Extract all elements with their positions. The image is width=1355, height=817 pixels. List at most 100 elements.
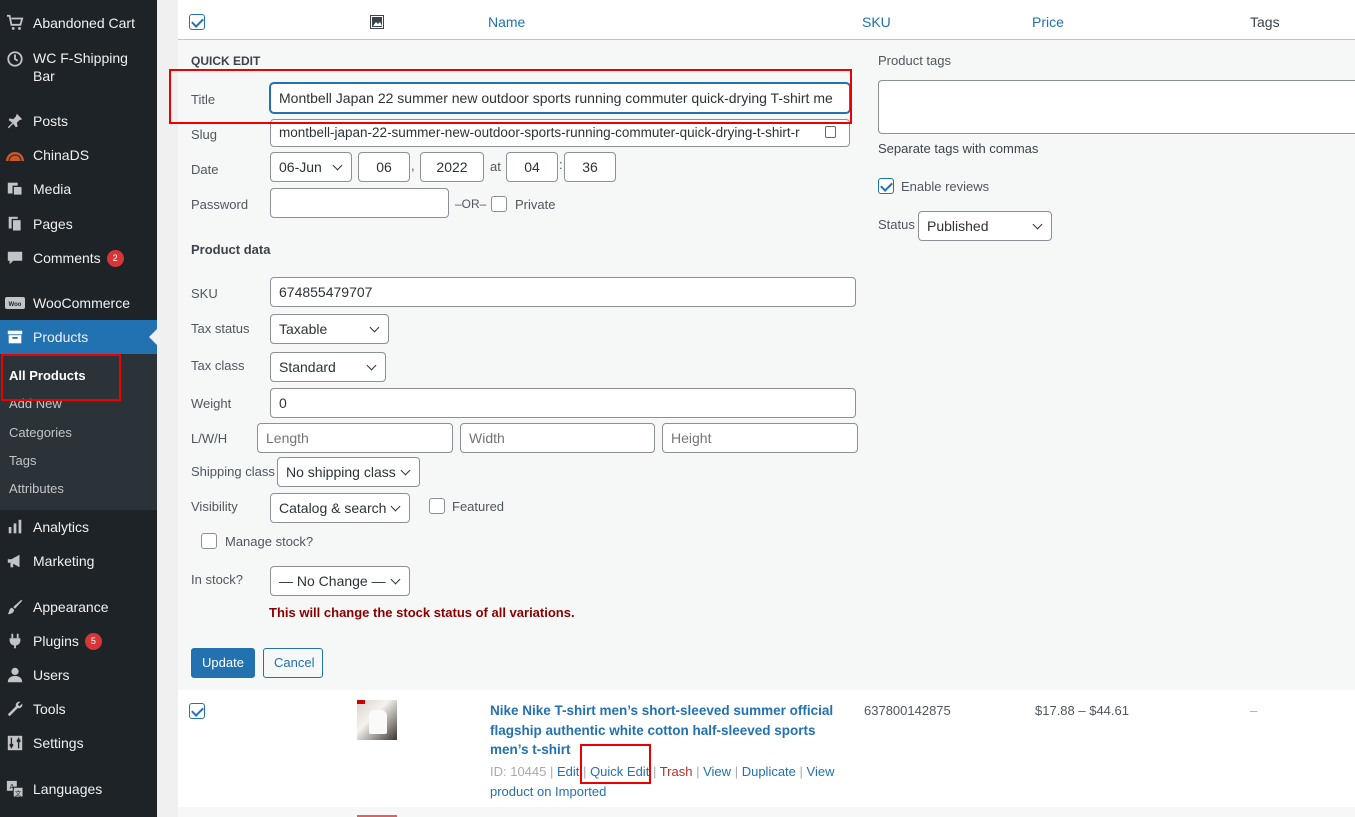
enable-reviews-checkbox[interactable] [878, 178, 894, 194]
column-header-sku[interactable]: SKU [862, 14, 891, 30]
megaphone-icon [5, 551, 25, 571]
menu-item-tools[interactable]: Tools [0, 699, 157, 719]
date-minute-input[interactable]: 36 [564, 152, 616, 182]
password-input[interactable] [270, 188, 449, 218]
submenu-categories[interactable]: Categories [9, 425, 72, 440]
trash-link[interactable]: Trash [660, 764, 693, 779]
edit-link[interactable]: Edit [557, 764, 579, 779]
submenu-add-new[interactable]: Add New [9, 396, 62, 411]
submenu-attributes[interactable]: Attributes [9, 481, 64, 496]
menu-item-users[interactable]: Users [0, 665, 157, 685]
sku-input[interactable]: 674855479707 [270, 277, 856, 307]
date-hour-input[interactable]: 04 [506, 152, 558, 182]
menu-item-products[interactable]: Products [0, 320, 157, 354]
column-header-tags: Tags [1250, 14, 1280, 30]
date-comma: , [411, 158, 415, 173]
featured-checkbox[interactable] [429, 498, 445, 514]
menu-label: Settings [33, 735, 84, 751]
archive-icon [5, 327, 25, 347]
menu-item-comments[interactable]: Comments 2 [0, 248, 157, 268]
update-button[interactable]: Update [191, 648, 255, 678]
menu-label: WooCommerce [33, 295, 130, 311]
date-day-input[interactable]: 06 [358, 152, 410, 182]
status-label: Status [878, 217, 915, 232]
menu-item-pages[interactable]: Pages [0, 214, 157, 234]
menu-item-posts[interactable]: Posts [0, 111, 157, 131]
thumbnail-tag [357, 700, 365, 704]
cancel-button[interactable]: Cancel [263, 648, 323, 678]
menu-item-settings[interactable]: Settings [0, 733, 157, 753]
view-link[interactable]: View [703, 764, 731, 779]
private-checkbox[interactable] [491, 196, 507, 212]
product-name-link[interactable]: Nike Nike T-shirt men’s short-sleeved su… [490, 701, 840, 760]
menu-label: Tools [33, 701, 66, 717]
menu-item-analytics[interactable]: Analytics [0, 517, 157, 537]
product-tags: – [1250, 703, 1258, 718]
tax-status-select[interactable]: Taxable [270, 314, 389, 344]
autofill-icon [825, 126, 836, 138]
visibility-select[interactable]: Catalog & search [270, 493, 410, 523]
status-select[interactable]: Published [918, 211, 1052, 241]
manage-stock-checkbox[interactable] [201, 533, 217, 549]
menu-label: Pages [33, 216, 73, 232]
tax-class-select[interactable]: Standard [270, 352, 386, 382]
column-header-name[interactable]: Name [488, 14, 525, 30]
menu-label: Posts [33, 113, 69, 129]
row-action-separator: | [799, 764, 803, 779]
menu-label: Analytics [33, 519, 90, 535]
in-stock-select[interactable]: — No Change — [270, 566, 410, 596]
menu-item-abandoned-cart[interactable]: Abandoned Cart [0, 13, 157, 33]
clock-icon [5, 49, 25, 69]
shipping-class-select[interactable]: No shipping class [277, 457, 420, 487]
menu-item-woocommerce[interactable]: Woo WooCommerce [0, 293, 157, 313]
date-colon: : [559, 157, 563, 172]
menu-item-chinads[interactable]: ChinaDS [0, 145, 157, 165]
manage-stock-label: Manage stock? [225, 534, 314, 549]
length-input[interactable]: Length [257, 423, 453, 453]
shipping-class-label: Shipping class [191, 464, 275, 479]
comment-icon [5, 248, 25, 268]
product-tags-textarea[interactable] [878, 80, 1355, 134]
product-thumbnail[interactable] [357, 700, 397, 740]
stock-status-warning: This will change the stock status of all… [269, 605, 575, 620]
date-month-select[interactable]: 06-Jun [270, 152, 352, 182]
height-input[interactable]: Height [662, 423, 858, 453]
menu-item-languages[interactable]: A文 Languages [0, 779, 157, 799]
featured-label: Featured [452, 499, 505, 514]
menu-item-marketing[interactable]: Marketing [0, 551, 157, 571]
submenu-tags[interactable]: Tags [9, 453, 36, 468]
pin-icon [5, 111, 25, 131]
title-label: Title [191, 92, 216, 107]
width-input[interactable]: Width [460, 423, 655, 453]
menu-label: ChinaDS [33, 147, 90, 163]
quick-edit-link[interactable]: Quick Edit [590, 764, 649, 779]
select-all-checkbox[interactable] [189, 14, 205, 30]
submenu-all-products[interactable]: All Products [9, 368, 86, 383]
user-icon [5, 665, 25, 685]
lwh-label: L/W/H [191, 431, 228, 446]
row-actions: ID: 10445 | Edit | Quick Edit | Trash | … [490, 762, 840, 802]
slug-input[interactable]: montbell-japan-22-summer-new-outdoor-spo… [270, 119, 850, 147]
product-id: ID: 10445 [490, 764, 547, 779]
date-year-input[interactable]: 2022 [420, 152, 484, 182]
product-price: $17.88 – $44.61 [1035, 703, 1129, 718]
product-name-line2: flagship authentic white cotton half-sle… [490, 722, 816, 738]
menu-item-media[interactable]: Media [0, 179, 157, 199]
column-header-price[interactable]: Price [1032, 14, 1064, 30]
product-data-heading: Product data [191, 242, 271, 257]
title-input[interactable]: Montbell Japan 22 summer new outdoor spo… [270, 83, 850, 113]
menu-label: Media [33, 181, 72, 197]
duplicate-link[interactable]: Duplicate [742, 764, 796, 779]
menu-label-text: Plugins [33, 632, 79, 649]
menu-item-wc-f-shipping-bar[interactable]: WC F-Shipping Bar [0, 49, 157, 87]
menu-item-appearance[interactable]: Appearance [0, 597, 157, 617]
bar-chart-icon [5, 517, 25, 537]
menu-item-plugins[interactable]: Plugins 5 [0, 631, 157, 651]
menu-label-text: Comments [33, 249, 101, 266]
date-label: Date [191, 162, 219, 177]
weight-input[interactable]: 0 [270, 388, 856, 418]
in-stock-label: In stock? [191, 572, 244, 587]
table-header-row [178, 0, 1355, 40]
menu-label: Comments 2 [33, 249, 124, 268]
row-checkbox[interactable] [189, 703, 205, 719]
